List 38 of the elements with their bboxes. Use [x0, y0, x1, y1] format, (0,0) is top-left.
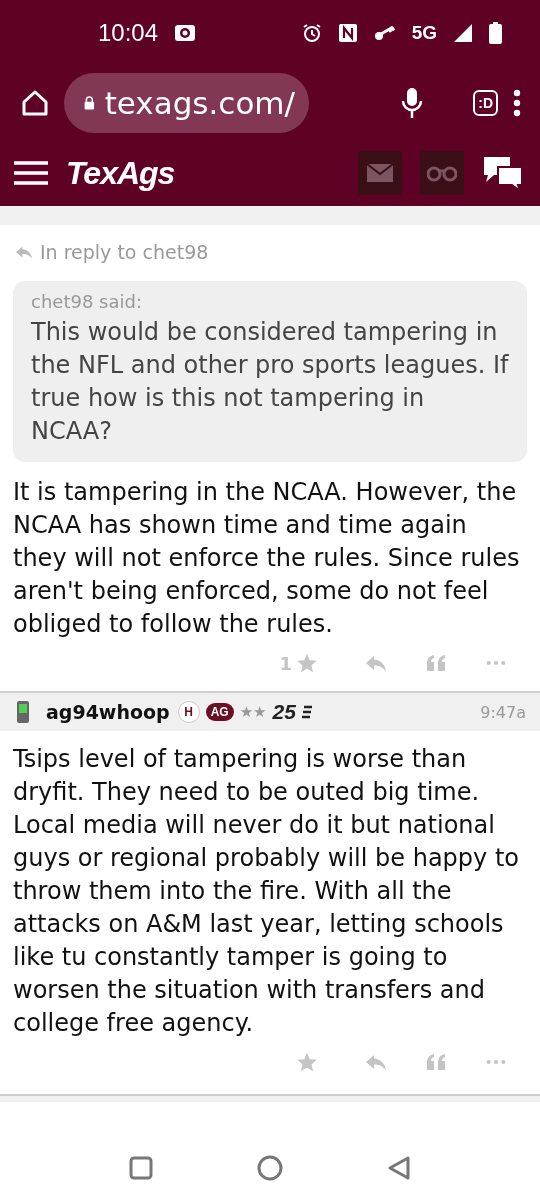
menu-icon[interactable] — [14, 160, 48, 186]
reply-icon — [14, 244, 34, 260]
clock-time: 10:04 — [98, 19, 159, 47]
quote-author: chet98 said: — [31, 291, 143, 312]
menu-icon[interactable] — [512, 88, 522, 118]
tab-switcher-button[interactable]: :D — [473, 90, 498, 116]
network-type: 5G — [411, 22, 437, 44]
inbox-button[interactable] — [358, 151, 402, 195]
user-badge: AG — [205, 703, 234, 721]
url-text: texags.com/ — [104, 85, 295, 121]
signal-icon — [453, 23, 473, 43]
envelope-icon — [367, 164, 393, 182]
microphone-icon[interactable] — [401, 87, 424, 119]
home-icon[interactable] — [20, 88, 50, 118]
star-icon[interactable] — [296, 1051, 318, 1073]
chat-bubbles-icon[interactable] — [482, 155, 524, 191]
username[interactable]: ag94whoop — [46, 701, 170, 723]
post-body: Tsips level of tampering is worse than dryfit. They need to be outed big time. Local media will never do it but national guys or regional probably will be happy to throw them into the fire. With all the attacks on A&M last year, letting schools like tu constantly tamper is going to worsen the situation with transfers and college free agency. — [12, 744, 520, 1039]
battery-icon — [489, 22, 502, 44]
rank-label: 25 — [272, 700, 296, 724]
back-icon[interactable] — [387, 1155, 411, 1181]
key-icon — [373, 25, 396, 41]
rating-stars: ★★ — [239, 703, 267, 721]
watch-button[interactable] — [420, 151, 464, 195]
site-logo[interactable]: TexAgs — [66, 154, 175, 192]
star-icon — [296, 652, 318, 674]
address-bar[interactable]: texags.com/ — [64, 73, 309, 133]
post-time: 9:47a — [480, 702, 526, 722]
nfc-icon — [337, 23, 358, 43]
bars-icon — [301, 705, 312, 719]
screen-record-icon — [174, 24, 197, 42]
quote-text: This would be considered tampering in the NFL and other pro sports leagues. If true how is this not tampering in NCAA? — [31, 317, 509, 447]
user-badge: H — [177, 701, 200, 723]
binoculars-icon — [427, 164, 457, 182]
alarm-icon — [301, 23, 322, 43]
post-body: It is tampering in the NCAA. However, the NCAA has shown time and time again they will not enforce the rules. Since rules aren't being enforced, some do not feel obliged to follow the rules. — [12, 477, 521, 640]
recents-icon[interactable] — [129, 1156, 153, 1180]
phone-icon — [16, 700, 30, 724]
